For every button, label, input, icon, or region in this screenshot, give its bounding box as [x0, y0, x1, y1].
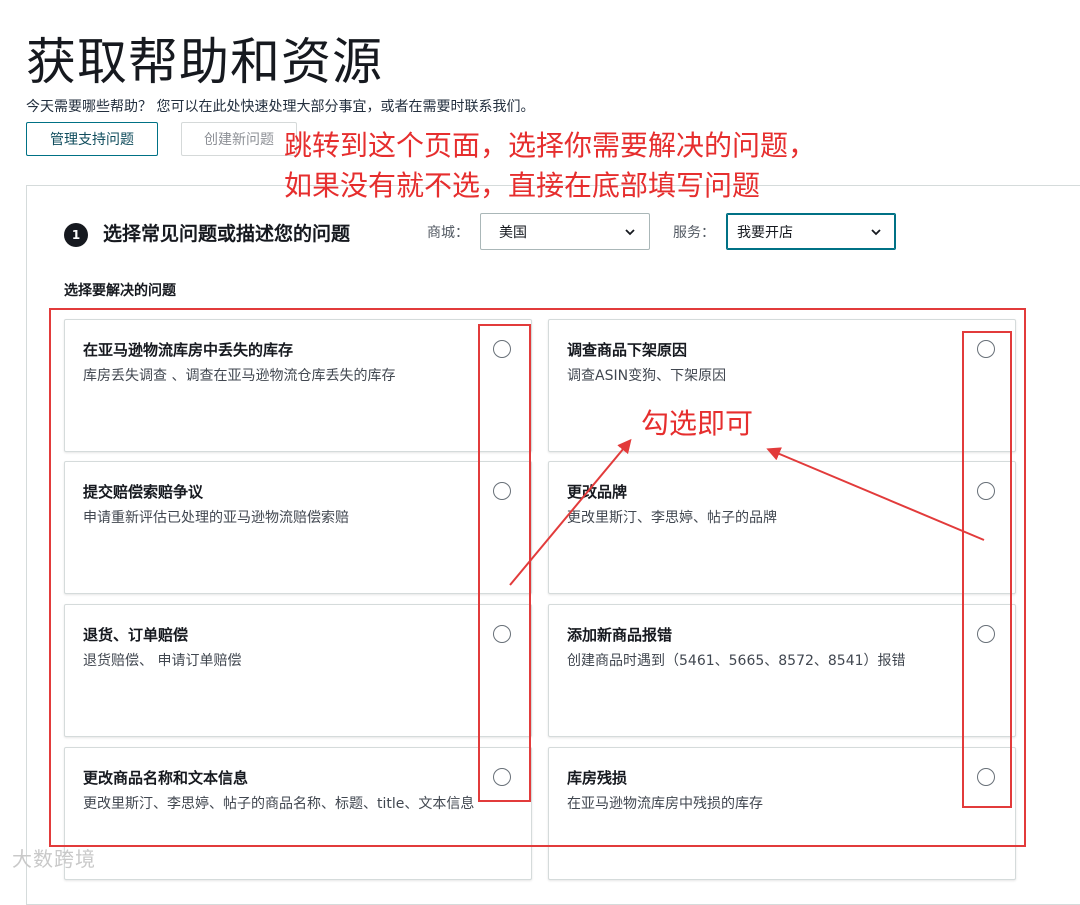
- watermark-logo: 大数跨境: [12, 847, 96, 871]
- annotation-arrows: [509, 438, 985, 586]
- annotation-arrow-right: [766, 447, 985, 541]
- annotation-arrow-left: [509, 438, 632, 586]
